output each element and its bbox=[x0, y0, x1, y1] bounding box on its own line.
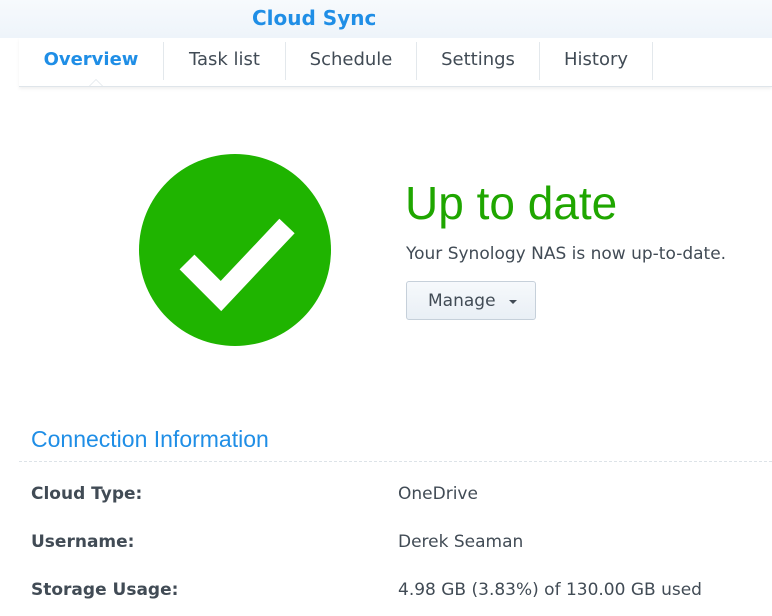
active-tab-indicator bbox=[89, 79, 103, 86]
section-divider bbox=[19, 461, 772, 462]
cloud-type-value: OneDrive bbox=[398, 484, 478, 504]
connection-info-title: Connection Information bbox=[31, 426, 269, 452]
username-value: Derek Seaman bbox=[398, 532, 524, 552]
username-label: Username: bbox=[31, 532, 135, 552]
cloud-sync-window: Cloud Sync Overview Task list Schedule S… bbox=[0, 0, 772, 616]
status-description: Your Synology NAS is now up-to-date. bbox=[406, 244, 727, 264]
manage-button-label: Manage bbox=[428, 291, 496, 311]
cloud-type-label: Cloud Type: bbox=[31, 484, 143, 504]
storage-usage-label: Storage Usage: bbox=[31, 580, 179, 600]
checkmark-icon bbox=[179, 218, 295, 312]
caret-down-icon bbox=[509, 300, 517, 304]
tab-separator bbox=[652, 42, 653, 80]
tab-bar: Overview Task list Schedule Settings His… bbox=[19, 38, 772, 87]
status-title: Up to date bbox=[405, 177, 618, 229]
title-bar: Cloud Sync bbox=[0, 0, 772, 38]
status-circle bbox=[139, 154, 331, 346]
storage-usage-value: 4.98 GB (3.83%) of 130.00 GB used bbox=[398, 580, 702, 600]
app-title: Cloud Sync bbox=[252, 6, 377, 30]
tab-settings[interactable]: Settings bbox=[417, 38, 539, 86]
tab-task-list[interactable]: Task list bbox=[164, 38, 285, 86]
tab-schedule[interactable]: Schedule bbox=[286, 38, 416, 86]
manage-button[interactable]: Manage bbox=[406, 281, 536, 320]
tab-history[interactable]: History bbox=[540, 38, 652, 86]
